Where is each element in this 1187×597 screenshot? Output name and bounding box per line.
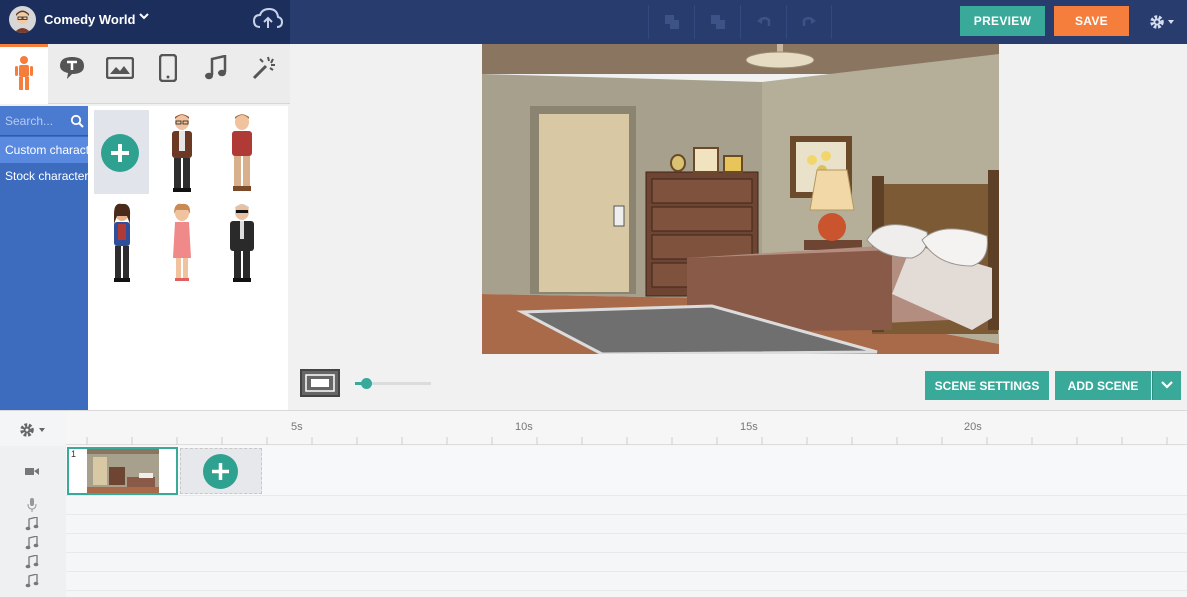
- character-woman-blue-top[interactable]: [102, 202, 142, 286]
- chevron-down-icon: [1160, 378, 1174, 393]
- add-character-tile[interactable]: [94, 110, 149, 194]
- chevron-down-icon[interactable]: [138, 10, 150, 25]
- project-title[interactable]: Comedy World: [44, 12, 136, 27]
- sidebar-item-stock-characters[interactable]: Stock characters: [0, 163, 88, 189]
- preview-button[interactable]: PREVIEW: [960, 6, 1045, 36]
- track-icons-column: [0, 446, 66, 597]
- add-scene-button[interactable]: ADD SCENE: [1055, 371, 1151, 400]
- timeline-track-music[interactable]: [66, 572, 1187, 591]
- music-icon: [25, 535, 39, 550]
- timeline-track-voice[interactable]: [66, 496, 1187, 515]
- tab-backgrounds[interactable]: [96, 44, 144, 96]
- settings-gear-icon[interactable]: [1147, 11, 1177, 33]
- avatar[interactable]: [9, 6, 36, 33]
- speech-text-icon: [58, 55, 86, 86]
- undo-icon[interactable]: [740, 5, 786, 39]
- add-icon: [101, 134, 139, 172]
- zoom-slider-handle[interactable]: [361, 378, 372, 389]
- microphone-icon: [25, 498, 39, 512]
- ruler-tick-label: 5s: [291, 421, 303, 433]
- characters-icon: [13, 55, 35, 96]
- character-man-brown-jacket[interactable]: [162, 112, 202, 196]
- image-icon: [105, 56, 135, 84]
- tab-characters[interactable]: [0, 44, 48, 104]
- search-icon[interactable]: [70, 114, 84, 128]
- tab-text[interactable]: [48, 44, 96, 96]
- timeline-track-music[interactable]: [66, 553, 1187, 572]
- tab-effects[interactable]: [240, 44, 288, 96]
- character-grid: [88, 106, 288, 410]
- character-woman-pink-dress[interactable]: [162, 202, 202, 286]
- ruler-tick-label: 10s: [515, 421, 533, 433]
- asset-tabs: [0, 44, 290, 104]
- character-man-dark-suit[interactable]: [222, 202, 262, 286]
- save-button[interactable]: SAVE: [1054, 6, 1129, 36]
- add-icon: [203, 454, 238, 489]
- camera-view-button[interactable]: [300, 369, 340, 397]
- search-input[interactable]: [5, 114, 65, 128]
- music-icon: [25, 573, 39, 588]
- ruler-tick-label: 15s: [740, 421, 758, 433]
- scene-canvas[interactable]: [482, 44, 1000, 356]
- music-icon: [204, 53, 228, 86]
- send-backward-icon[interactable]: [694, 5, 740, 39]
- music-icon: [25, 554, 39, 569]
- tab-props[interactable]: [144, 44, 192, 96]
- category-sidebar: Custom characters Stock characters: [0, 106, 88, 410]
- music-icon: [25, 516, 39, 531]
- sidebar-item-custom-characters[interactable]: Custom characters: [0, 137, 88, 163]
- redo-icon[interactable]: [786, 5, 832, 39]
- cloud-upload-icon[interactable]: [252, 6, 284, 32]
- scene-settings-button[interactable]: SCENE SETTINGS: [925, 371, 1049, 400]
- effects-icon: [251, 55, 277, 86]
- add-scene-dropdown-button[interactable]: [1152, 371, 1181, 400]
- bring-forward-icon[interactable]: [648, 5, 694, 39]
- ruler-tick-label: 20s: [964, 421, 982, 433]
- add-scene-slot[interactable]: [180, 448, 262, 494]
- project-header: Comedy World: [0, 0, 290, 44]
- timeline-settings-gear-icon[interactable]: [18, 421, 48, 439]
- scene-thumbnail[interactable]: 1: [67, 447, 178, 495]
- phone-icon: [158, 53, 178, 87]
- search-box: [0, 106, 88, 136]
- character-man-red-shirt[interactable]: [222, 112, 262, 196]
- timeline: 5s 10s 15s 20s: [0, 410, 1187, 597]
- tab-music[interactable]: [192, 44, 240, 96]
- top-bar: Comedy World PREVIEW SAVE: [0, 0, 1187, 44]
- timeline-ruler[interactable]: 5s 10s 15s 20s: [66, 411, 1187, 445]
- timeline-track-music[interactable]: [66, 515, 1187, 534]
- timeline-track-music[interactable]: [66, 534, 1187, 553]
- camera-icon: [25, 464, 39, 478]
